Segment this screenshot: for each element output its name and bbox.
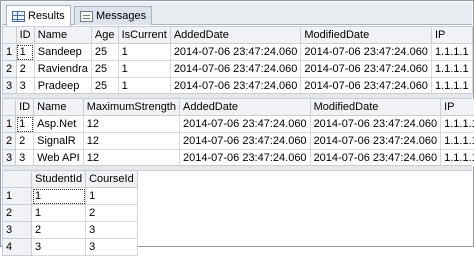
results-pane: Results Messages IDNameAgeIsCurrentAdded… — [0, 0, 474, 247]
table-row[interactable]: 111 — [3, 188, 138, 205]
grid-corner[interactable] — [3, 171, 32, 188]
grid-cell[interactable]: 2 — [16, 61, 34, 78]
results-tab-bar: Results Messages — [2, 2, 472, 25]
grid-cell[interactable]: 1.1.1.1 — [431, 44, 472, 61]
column-header[interactable]: IP — [441, 99, 474, 116]
grid-cell[interactable]: 2014-07-06 23:47:24.060 — [310, 133, 441, 150]
grid-cell[interactable]: 2014-07-06 23:47:24.060 — [301, 78, 432, 95]
result-grid-students[interactable]: IDNameAgeIsCurrentAddedDateModifiedDateI… — [2, 26, 473, 95]
grid-cell[interactable]: 2014-07-06 23:47:24.060 — [301, 61, 432, 78]
grid-cell[interactable]: Web API — [34, 150, 84, 167]
column-header[interactable]: ModifiedDate — [301, 27, 432, 44]
column-header[interactable]: ModifiedDate — [310, 99, 441, 116]
grid-cell[interactable]: 12 — [83, 150, 179, 167]
row-number[interactable]: 3 — [3, 150, 16, 167]
grid-cell[interactable]: 2 — [16, 133, 34, 150]
column-header[interactable]: ID — [16, 27, 34, 44]
grid-cell[interactable]: 1.1.1.1 — [441, 150, 474, 167]
grid-cell[interactable]: 3 — [32, 239, 86, 256]
table-row[interactable]: 212 — [3, 205, 138, 222]
grid-cell[interactable]: Asp.Net — [34, 116, 84, 133]
result-grid-student-courses[interactable]: StudentIdCourseId111212323433 — [2, 170, 138, 256]
table-row[interactable]: 433 — [3, 239, 138, 256]
grid-cell[interactable]: 12 — [83, 133, 179, 150]
grid-cell[interactable]: 2014-07-06 23:47:24.060 — [310, 150, 441, 167]
grid-cell[interactable]: 1 — [32, 205, 86, 222]
column-header[interactable]: CourseId — [86, 171, 138, 188]
grid-cell[interactable]: 1 — [118, 44, 170, 61]
row-number[interactable]: 1 — [3, 188, 32, 205]
grid-cell[interactable]: 2014-07-06 23:47:24.060 — [170, 78, 301, 95]
row-number[interactable]: 2 — [3, 205, 32, 222]
grid-corner[interactable] — [3, 27, 17, 44]
column-header[interactable]: IsCurrent — [118, 27, 170, 44]
grid-cell[interactable]: 1 — [118, 61, 170, 78]
messages-icon — [80, 11, 93, 22]
row-number[interactable]: 1 — [3, 116, 16, 133]
column-header[interactable]: Name — [34, 27, 91, 44]
grid-corner[interactable] — [3, 99, 16, 116]
table-row[interactable]: 22Raviendra2512014-07-06 23:47:24.060201… — [3, 61, 473, 78]
grid-cell[interactable]: 2014-07-06 23:47:24.060 — [170, 61, 301, 78]
grid-header-row: IDNameMaximumStrengthAddedDateModifiedDa… — [3, 99, 474, 116]
grid-cell[interactable]: 2014-07-06 23:47:24.060 — [180, 116, 311, 133]
row-number[interactable]: 3 — [3, 78, 17, 95]
grid-cell[interactable]: 25 — [91, 78, 118, 95]
row-number[interactable]: 4 — [3, 239, 32, 256]
column-header[interactable]: ID — [16, 99, 34, 116]
row-number[interactable]: 3 — [3, 222, 32, 239]
grid-cell[interactable]: 1 — [32, 188, 86, 205]
grid-cell[interactable]: 2014-07-06 23:47:24.060 — [170, 44, 301, 61]
grid-cell[interactable]: 1.1.1.1 — [431, 61, 472, 78]
grid-cell[interactable]: 1 — [86, 188, 138, 205]
grid-cell[interactable]: 1 — [118, 78, 170, 95]
grid-cell[interactable]: Sandeep — [34, 44, 91, 61]
table-row[interactable]: 11Asp.Net122014-07-06 23:47:24.0602014-0… — [3, 116, 474, 133]
tab-results[interactable]: Results — [6, 5, 71, 26]
table-row[interactable]: 11Sandeep2512014-07-06 23:47:24.0602014-… — [3, 44, 473, 61]
table-row[interactable]: 33Pradeep2512014-07-06 23:47:24.0602014-… — [3, 78, 473, 95]
grid-cell[interactable]: Pradeep — [34, 78, 91, 95]
grid-cell[interactable]: 25 — [91, 61, 118, 78]
grid-cell[interactable]: 25 — [91, 44, 118, 61]
grid-cell[interactable]: Raviendra — [34, 61, 91, 78]
grid-cell[interactable]: 3 — [86, 239, 138, 256]
table-row[interactable]: 323 — [3, 222, 138, 239]
column-header[interactable]: MaximumStrength — [83, 99, 179, 116]
table-row[interactable]: 22SignalR122014-07-06 23:47:24.0602014-0… — [3, 133, 474, 150]
column-header[interactable]: AddedDate — [180, 99, 311, 116]
grid-cell[interactable]: 1 — [16, 44, 34, 61]
grid-cell[interactable]: 2 — [86, 205, 138, 222]
row-number[interactable]: 2 — [3, 133, 16, 150]
row-number[interactable]: 2 — [3, 61, 17, 78]
grid-cell[interactable]: 2014-07-06 23:47:24.060 — [180, 133, 311, 150]
grid-cell[interactable]: 1.1.1.1 — [441, 133, 474, 150]
result-grid-courses[interactable]: IDNameMaximumStrengthAddedDateModifiedDa… — [2, 98, 474, 167]
column-header[interactable]: Name — [34, 99, 84, 116]
grid-cell[interactable]: SignalR — [34, 133, 84, 150]
table-row[interactable]: 33Web API122014-07-06 23:47:24.0602014-0… — [3, 150, 474, 167]
row-number[interactable]: 1 — [3, 44, 17, 61]
column-header[interactable]: StudentId — [32, 171, 86, 188]
tab-messages[interactable]: Messages — [74, 6, 152, 25]
grid-cell[interactable]: 3 — [16, 150, 34, 167]
tab-messages-label: Messages — [96, 10, 146, 22]
grid-cell[interactable]: 3 — [16, 78, 34, 95]
grid-cell[interactable]: 2014-07-06 23:47:24.060 — [310, 116, 441, 133]
tab-results-label: Results — [28, 10, 65, 22]
grid-header-row: IDNameAgeIsCurrentAddedDateModifiedDateI… — [3, 27, 473, 44]
grid-cell[interactable]: 2014-07-06 23:47:24.060 — [301, 44, 432, 61]
grid-cell[interactable]: 3 — [86, 222, 138, 239]
grid-cell[interactable]: 2 — [32, 222, 86, 239]
grid-cell[interactable]: 12 — [83, 116, 179, 133]
column-header[interactable]: AddedDate — [170, 27, 301, 44]
column-header[interactable]: Age — [91, 27, 118, 44]
grid-cell[interactable]: 1 — [16, 116, 34, 133]
grid-icon — [12, 11, 25, 22]
grid-cell[interactable]: 2014-07-06 23:47:24.060 — [180, 150, 311, 167]
grid-cell[interactable]: 1.1.1.1 — [441, 116, 474, 133]
grid-header-row: StudentIdCourseId — [3, 171, 138, 188]
column-header[interactable]: IP — [431, 27, 472, 44]
grid-cell[interactable]: 1.1.1.1 — [431, 78, 472, 95]
